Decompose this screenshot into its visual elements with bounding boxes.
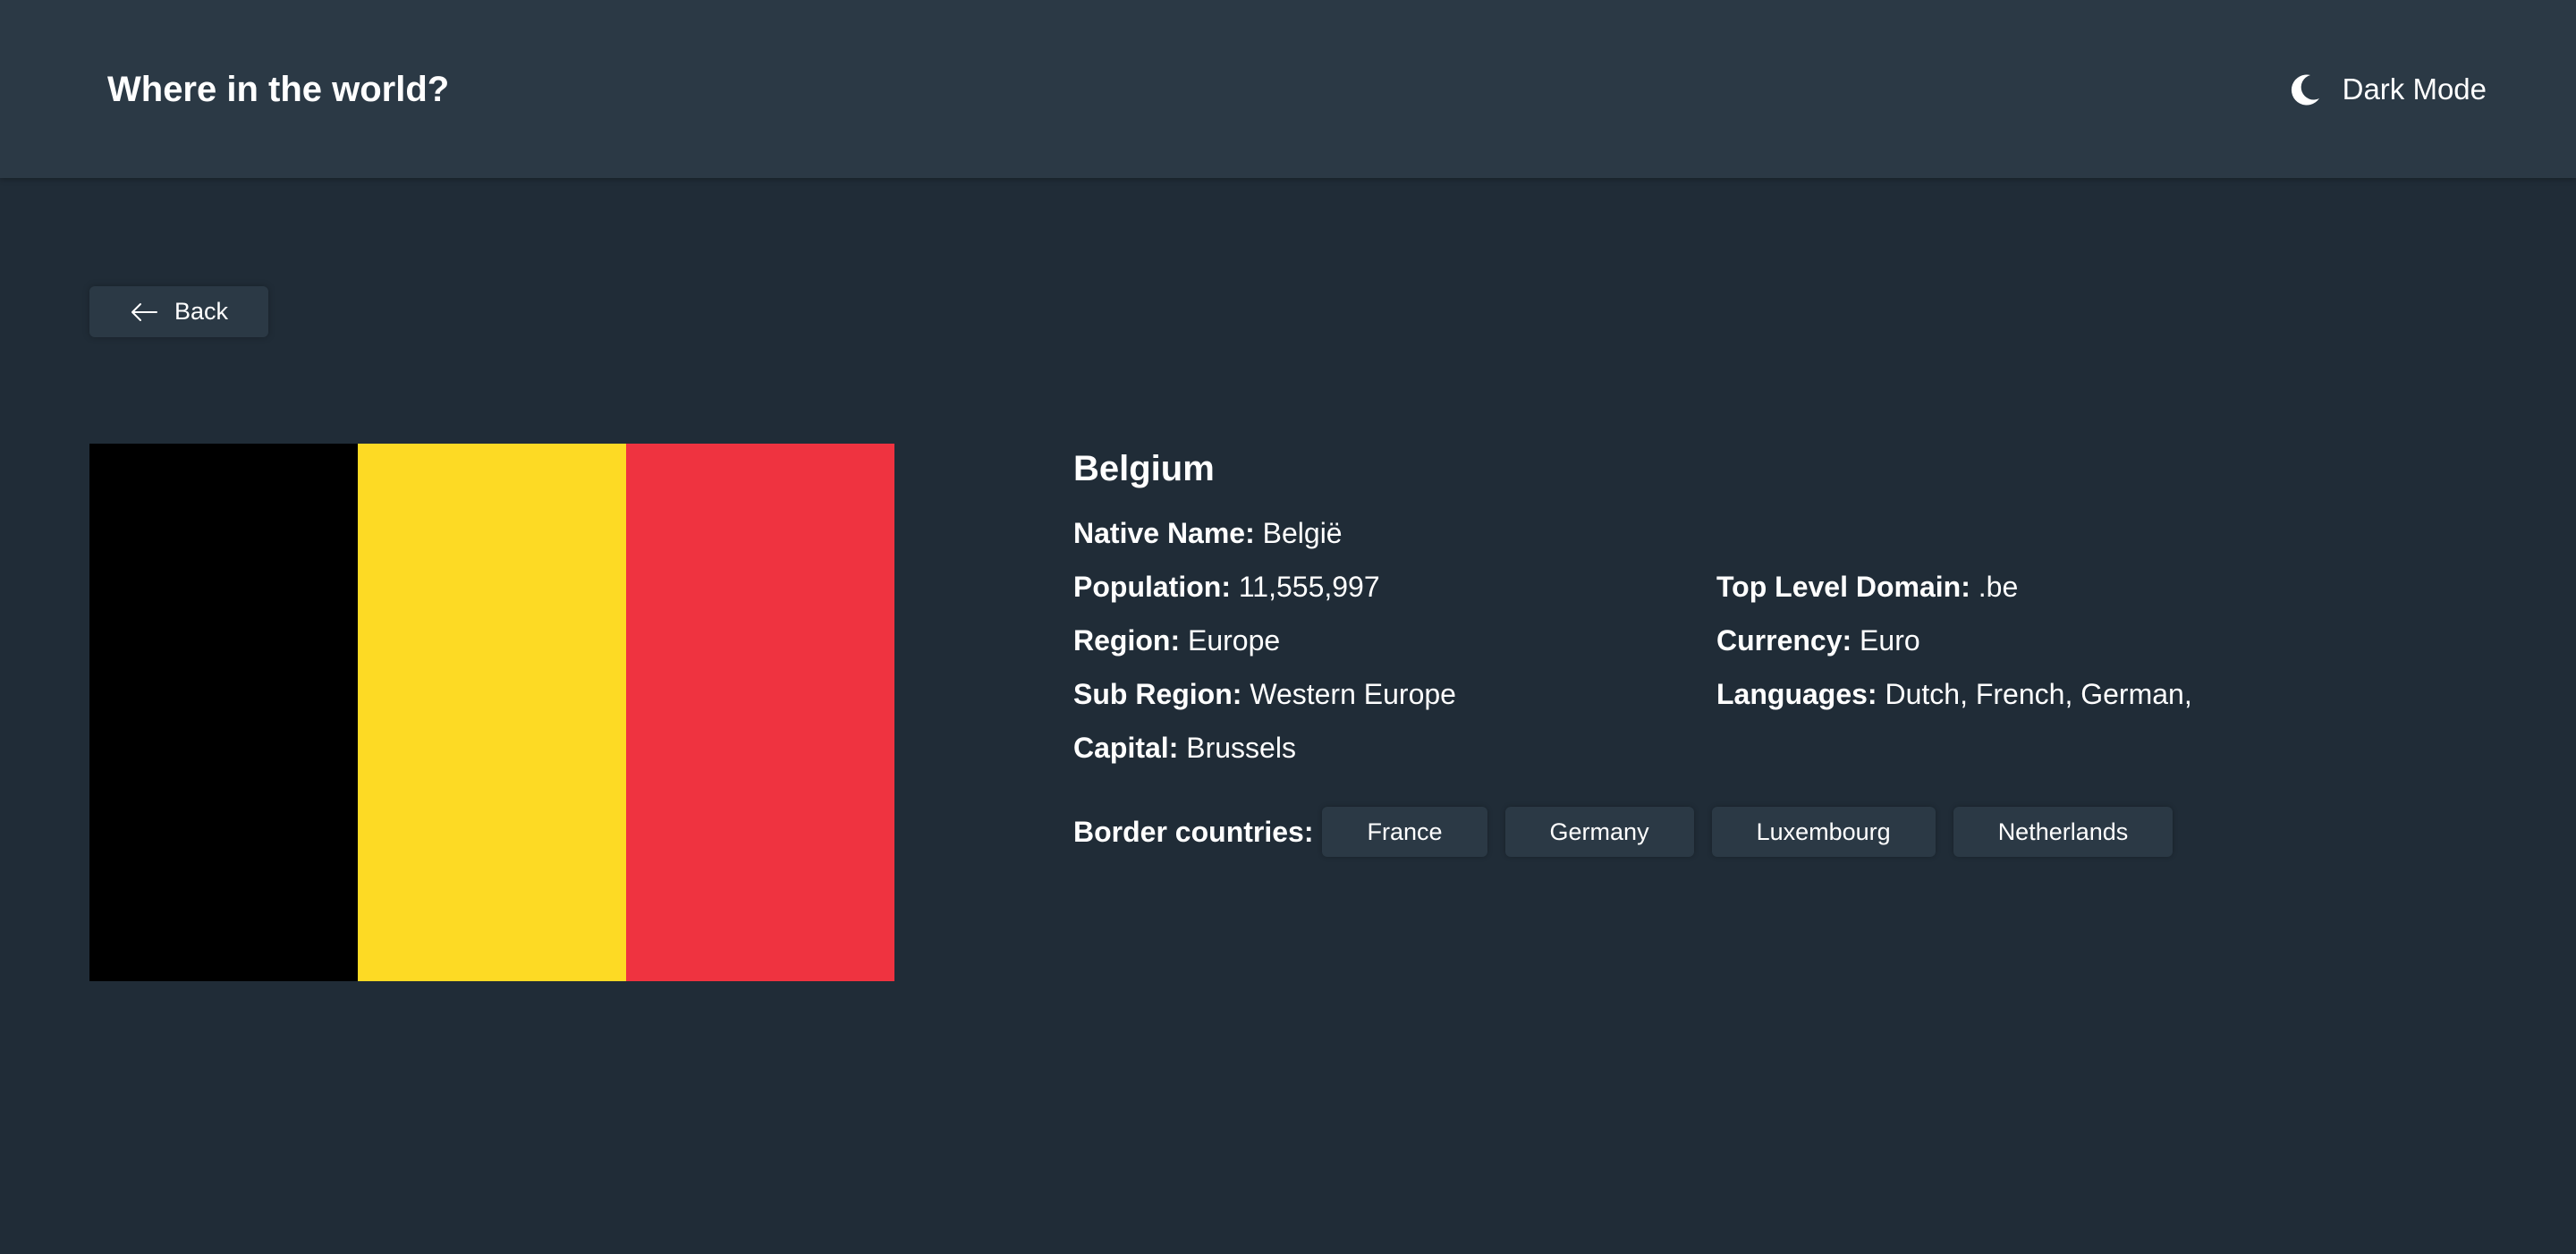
info-population: Population: 11,555,997 bbox=[1073, 567, 1456, 606]
border-country-button[interactable]: Germany bbox=[1504, 807, 1694, 857]
border-country-button[interactable]: France bbox=[1322, 807, 1487, 857]
info-label: Sub Region: bbox=[1073, 678, 1242, 710]
info-label: Capital: bbox=[1073, 732, 1179, 764]
info-label: Native Name: bbox=[1073, 517, 1255, 549]
info-value: 11,555,997 bbox=[1238, 571, 1380, 603]
info-value: Europe bbox=[1187, 624, 1281, 657]
info-value: België bbox=[1262, 517, 1343, 549]
flag-stripe-black bbox=[89, 444, 358, 981]
info-label: Region: bbox=[1073, 624, 1181, 657]
flag-stripe-yellow bbox=[358, 444, 626, 981]
info-top-level-domain: Top Level Domain: .be bbox=[1716, 567, 2192, 606]
info-value: Brussels bbox=[1186, 732, 1296, 764]
info-columns: Native Name: België Population: 11,555,9… bbox=[1073, 513, 2415, 764]
back-button-label: Back bbox=[174, 298, 229, 325]
border-country-button[interactable]: Netherlands bbox=[1953, 807, 2174, 857]
info-label: Currency: bbox=[1716, 624, 1852, 657]
info-value: Western Europe bbox=[1250, 678, 1456, 710]
country-details: Belgium Native Name: België Population: … bbox=[1073, 445, 2415, 857]
dark-mode-label: Dark Mode bbox=[2342, 72, 2487, 106]
flag-stripe-red bbox=[626, 444, 894, 981]
border-country-button[interactable]: Luxembourg bbox=[1711, 807, 1936, 857]
info-label: Languages: bbox=[1716, 678, 1877, 710]
info-currency: Currency: Euro bbox=[1716, 621, 2192, 660]
info-languages: Languages: Dutch, French, German, bbox=[1716, 674, 2192, 714]
info-value: Euro bbox=[1860, 624, 1920, 657]
info-column-right: Top Level Domain: .be Currency: Euro Lan… bbox=[1716, 567, 2192, 728]
info-label: Population: bbox=[1073, 571, 1231, 603]
arrow-left-icon bbox=[130, 301, 158, 323]
info-native-name: Native Name: België bbox=[1073, 513, 1456, 553]
app-header: Where in the world? Dark Mode bbox=[0, 0, 2576, 178]
back-button[interactable]: Back bbox=[89, 286, 268, 337]
border-countries-list: France Germany Luxembourg Netherlands bbox=[1322, 807, 2174, 857]
border-countries-label: Border countries: bbox=[1073, 815, 1314, 848]
info-value: .be bbox=[1978, 571, 2019, 603]
info-value: Dutch, French, German, bbox=[1885, 678, 2192, 710]
app-title: Where in the world? bbox=[107, 70, 450, 109]
moon-icon bbox=[2287, 72, 2323, 107]
info-capital: Capital: Brussels bbox=[1073, 728, 1456, 767]
dark-mode-toggle[interactable]: Dark Mode bbox=[2287, 64, 2487, 114]
country-flag bbox=[89, 444, 894, 981]
border-countries-row: Border countries: France Germany Luxembo… bbox=[1073, 807, 2174, 857]
info-region: Region: Europe bbox=[1073, 621, 1456, 660]
info-label: Top Level Domain: bbox=[1716, 571, 1970, 603]
country-name: Belgium bbox=[1073, 449, 1215, 488]
info-column-left: Native Name: België Population: 11,555,9… bbox=[1073, 513, 1456, 782]
info-sub-region: Sub Region: Western Europe bbox=[1073, 674, 1456, 714]
